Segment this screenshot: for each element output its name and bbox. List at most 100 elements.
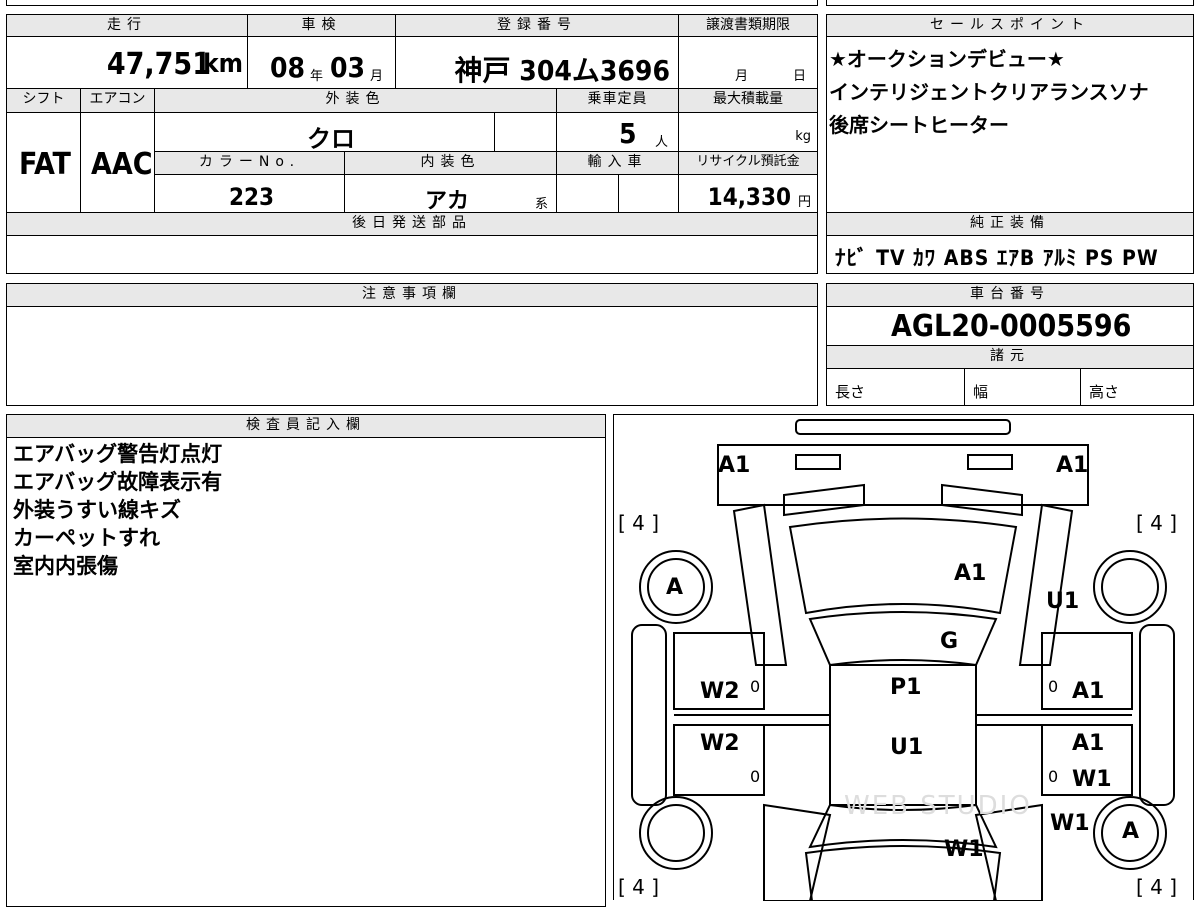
max-load-header: 最大積載量: [678, 88, 818, 113]
color-no-header: カラーNo.: [154, 151, 345, 175]
code-front-right: A1: [1056, 453, 1089, 478]
spec-header: 諸元: [826, 345, 1194, 369]
code-front-left: A1: [718, 453, 751, 478]
code-right-rear-door: A1: [1072, 731, 1105, 756]
length-label: 長さ: [835, 383, 866, 401]
interior-color-header: 内装色: [344, 151, 557, 175]
code-right-rear-wheel: A: [1122, 819, 1140, 844]
zero-right-front: 0: [1048, 677, 1059, 696]
equipment-header: 純正装備: [826, 212, 1194, 236]
zero-left-front: 0: [750, 677, 761, 696]
ac-header: エアコン: [80, 88, 155, 113]
recycle-unit: 円: [797, 195, 811, 210]
shift-value: FAT: [19, 147, 71, 182]
inspection-cell: 08 年 03 月: [247, 36, 396, 89]
doc-month-unit: 月: [735, 69, 749, 84]
code-left-rear-door: W2: [700, 731, 740, 756]
exterior-color-cell: クロ: [154, 112, 495, 153]
exterior-color-header: 外装色: [154, 88, 557, 113]
capacity-header: 乗車定員: [556, 88, 679, 113]
height-label: 高さ: [1089, 383, 1120, 401]
code-left-front-wheel: A: [666, 575, 684, 600]
height-cell: 高さ: [1080, 368, 1194, 406]
width-label: 幅: [973, 383, 989, 401]
tire-front-right-label: [ 4 ]: [1136, 511, 1178, 535]
top-strip-right: [826, 0, 1194, 6]
registration-header: 登録番号: [395, 14, 679, 37]
mileage-unit: km: [203, 49, 243, 79]
equipment-items: ﾅﾋﾞ TV ｶﾜ ABS ｴｱB ｱﾙﾐ PS PW: [835, 246, 1159, 270]
inspector-line-3: 外装うすい線キズ: [13, 498, 181, 522]
color-no-value: 223: [229, 183, 275, 211]
code-windshield: G: [940, 629, 959, 654]
zero-right-rear: 0: [1048, 767, 1059, 786]
tire-front-left-label: [ 4 ]: [618, 511, 660, 535]
code-trunk: W1: [944, 837, 984, 862]
inspection-month-unit: 月: [370, 69, 384, 84]
inspector-line-5: 室内内張傷: [13, 554, 118, 578]
code-roof-rear: U1: [890, 735, 924, 760]
shift-cell: FAT: [6, 112, 81, 213]
exterior-color-extra-cell: [494, 112, 557, 152]
code-hood: A1: [954, 561, 987, 586]
sales-header: セールスポイント: [826, 14, 1194, 37]
capacity-cell: 5 人: [556, 112, 679, 152]
inspector-line-2: エアバッグ故障表示有: [13, 470, 223, 494]
import-cell-1: [556, 174, 619, 213]
car-diagram: [631, 419, 1175, 901]
later-parts-header: 後日発送部品: [6, 212, 818, 236]
mileage-value: 47,751: [106, 47, 211, 82]
code-left-front-door: W2: [700, 679, 740, 704]
length-cell: 長さ: [826, 368, 965, 406]
max-load-cell: kg: [678, 112, 818, 152]
tire-rear-right-label: [ 4 ]: [1136, 875, 1178, 899]
later-parts-cell: [6, 235, 818, 274]
notes-body: [6, 306, 818, 406]
top-strip: [6, 0, 818, 6]
notes-header: 注意事項欄: [6, 283, 818, 307]
chassis-header: 車台番号: [826, 283, 1194, 307]
interior-color-cell: アカ 系: [344, 174, 557, 214]
inspector-body: エアバッグ警告灯点灯 エアバッグ故障表示有 外装うすい線キズ カーペットすれ 室…: [6, 437, 606, 907]
exterior-color-value: クロ: [307, 125, 355, 153]
code-front-right-fender: U1: [1046, 589, 1080, 614]
zero-left-rear: 0: [750, 767, 761, 786]
inspection-year-unit: 年: [310, 69, 324, 84]
recycle-value: 14,330: [707, 183, 791, 211]
ac-cell: AAC: [80, 112, 155, 213]
doc-day-unit: 日: [793, 69, 807, 84]
import-header: 輸入車: [556, 151, 679, 175]
max-load-unit: kg: [795, 129, 811, 144]
sales-line-2: インテリジェントクリアランスソナ: [829, 80, 1149, 104]
doc-deadline-header: 譲渡書類期限: [678, 14, 818, 37]
code-roof-front: P1: [890, 675, 922, 700]
doc-deadline-cell: 月 日: [678, 36, 818, 89]
equipment-cell: ﾅﾋﾞ TV ｶﾜ ABS ｴｱB ｱﾙﾐ PS PW: [826, 235, 1194, 274]
code-right-rear-door-2: W1: [1072, 767, 1112, 792]
color-no-cell: 223: [154, 174, 345, 213]
interior-color-value: アカ: [425, 189, 470, 214]
inspector-line-4: カーペットすれ: [13, 526, 160, 550]
inspection-month: 03: [330, 51, 366, 84]
interior-color-suffix: 系: [535, 197, 549, 212]
sales-line-3: 後席シートヒーター: [829, 113, 1009, 137]
width-cell: 幅: [964, 368, 1081, 406]
shift-header: シフト: [6, 88, 81, 113]
sales-line-1: ★オークションデビュー★: [829, 47, 1065, 71]
registration-value: 神戸 304ム3696: [454, 54, 670, 87]
import-cell-2: [618, 174, 679, 213]
ac-value: AAC: [91, 147, 153, 182]
mileage-header: 走行: [6, 14, 248, 37]
code-right-rear-quarter: W1: [1050, 811, 1090, 836]
capacity-unit: 人: [655, 135, 669, 150]
mileage-cell: 47,751 km: [6, 36, 248, 89]
inspector-line-1: エアバッグ警告灯点灯: [13, 442, 223, 466]
sales-body: ★オークションデビュー★ インテリジェントクリアランスソナ 後席シートヒーター: [826, 36, 1194, 213]
capacity-value: 5: [619, 117, 637, 150]
recycle-cell: 14,330 円: [678, 174, 818, 213]
car-diagram-frame: [ 4 ] [ 4 ] [ 4 ] [ 4 ] A1 A1 A1 U1 G P1…: [613, 414, 1194, 901]
registration-cell: 神戸 304ム3696: [395, 36, 679, 89]
inspector-header: 検査員記入欄: [6, 414, 606, 438]
watermark-text: WEB STUDIO: [844, 791, 1032, 821]
inspection-year: 08: [270, 51, 306, 84]
